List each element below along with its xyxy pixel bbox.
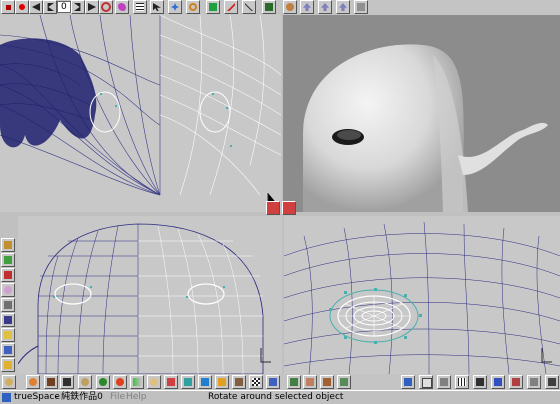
rotate-icon[interactable]	[186, 0, 200, 14]
axis-gizmo-bl	[260, 348, 271, 363]
eye-socket-right	[199, 91, 231, 133]
light-icon[interactable]	[1, 328, 15, 342]
menu-help[interactable]: Help	[126, 392, 147, 403]
redo-icon[interactable]	[318, 0, 332, 14]
shaded-character-view	[303, 44, 548, 212]
grid-b-icon[interactable]	[320, 375, 334, 389]
viewport-bottom-right-closeup[interactable]	[284, 216, 560, 374]
frame-counter[interactable]: 0	[57, 1, 71, 13]
object-icon[interactable]	[242, 0, 256, 14]
teal-control-points	[100, 93, 232, 147]
keyframe-list-icon[interactable]	[133, 0, 147, 14]
group-icon[interactable]	[1, 343, 15, 357]
wireframe-white-half-front	[138, 225, 263, 374]
step-forward-icon[interactable]	[71, 0, 85, 14]
left-toolbar	[0, 238, 18, 374]
tentacle-arm	[458, 122, 548, 175]
ribbon-icon[interactable]	[164, 375, 178, 389]
wireframe-top-view	[0, 15, 281, 206]
figure-icon[interactable]	[287, 375, 301, 389]
cube-icon[interactable]	[232, 375, 246, 389]
viewport-maximize-button[interactable]	[266, 201, 280, 215]
stop-icon[interactable]	[1, 0, 15, 14]
back-icon[interactable]	[336, 0, 350, 14]
viewport-camera-button[interactable]	[282, 201, 296, 215]
render-icon[interactable]	[262, 0, 276, 14]
eye-socket-closeup	[329, 289, 419, 343]
camera-view-icon[interactable]	[545, 375, 559, 389]
select-arrow-icon[interactable]	[150, 0, 164, 14]
undo-icon[interactable]	[300, 0, 314, 14]
flower-icon[interactable]	[181, 375, 195, 389]
step-back-icon[interactable]	[43, 0, 57, 14]
face-icon[interactable]	[266, 375, 280, 389]
teapot-lib-icon[interactable]	[198, 375, 212, 389]
camera-icon[interactable]	[1, 313, 15, 327]
front-eye-right	[187, 283, 225, 305]
play-icon[interactable]	[85, 0, 99, 14]
top-toolbar: 0	[0, 0, 560, 15]
material-icon[interactable]	[224, 0, 238, 14]
eye-view-icon[interactable]	[491, 375, 505, 389]
app-icon	[2, 393, 11, 402]
sphere-material-icon[interactable]	[2, 375, 16, 389]
octopus-tentacles	[0, 38, 97, 148]
menu-file[interactable]: File	[110, 392, 125, 403]
texture-icon[interactable]	[1, 298, 15, 312]
app-name: trueSpace	[14, 392, 60, 402]
bones-icon[interactable]	[60, 375, 74, 389]
status-message: Rotate around selected object	[208, 392, 344, 402]
wave-icon[interactable]	[419, 375, 433, 389]
material-ball-icon[interactable]	[1, 283, 15, 297]
viewport-top-left-wireframe[interactable]	[0, 15, 281, 212]
primitives-icon[interactable]	[1, 238, 15, 252]
library-strip	[0, 374, 560, 390]
sun-icon[interactable]	[337, 375, 351, 389]
light-bulb-icon[interactable]	[527, 375, 541, 389]
wireframe-front-view	[18, 223, 271, 374]
deform-icon[interactable]	[1, 253, 15, 267]
seed-icon[interactable]	[113, 375, 127, 389]
record-icon[interactable]	[15, 0, 29, 14]
paint-icon[interactable]	[1, 268, 15, 282]
pie-icon[interactable]	[147, 375, 161, 389]
bird-icon[interactable]	[115, 0, 129, 14]
front-eye-left	[54, 283, 92, 305]
gradient-icon[interactable]	[130, 375, 144, 389]
zoom-icon[interactable]	[354, 0, 368, 14]
bird-lib-icon[interactable]	[437, 375, 451, 389]
checker-icon[interactable]	[215, 375, 229, 389]
scale-icon[interactable]	[206, 0, 220, 14]
frame-counter-value: 0	[61, 2, 67, 12]
wand-icon[interactable]	[401, 375, 415, 389]
wireframe-eye-closeup	[284, 221, 560, 374]
teapot-icon[interactable]	[283, 0, 297, 14]
orange-ball-icon[interactable]	[26, 375, 40, 389]
grid-toggle-icon[interactable]	[455, 375, 469, 389]
wireframe-white-half	[159, 15, 281, 196]
spheres-icon[interactable]	[78, 375, 92, 389]
loop-icon[interactable]	[99, 0, 113, 14]
move-icon[interactable]	[168, 0, 182, 14]
viewport-bottom-left-front[interactable]	[18, 216, 282, 374]
cursor-icon[interactable]	[1, 358, 15, 372]
view-grid-icon[interactable]	[473, 375, 487, 389]
half-sphere-icon[interactable]	[96, 375, 110, 389]
rewind-icon[interactable]	[29, 0, 43, 14]
grid-a-icon[interactable]	[303, 375, 317, 389]
fog-icon[interactable]	[509, 375, 523, 389]
plant-icon[interactable]	[249, 375, 263, 389]
film-icon[interactable]	[44, 375, 58, 389]
app-title-suffix: - 純鉄作品0	[55, 392, 103, 402]
viewport-top-right-shaded[interactable]	[283, 15, 560, 212]
status-bar: trueSpace - 純鉄作品0 File Help Rotate aroun…	[0, 390, 560, 404]
